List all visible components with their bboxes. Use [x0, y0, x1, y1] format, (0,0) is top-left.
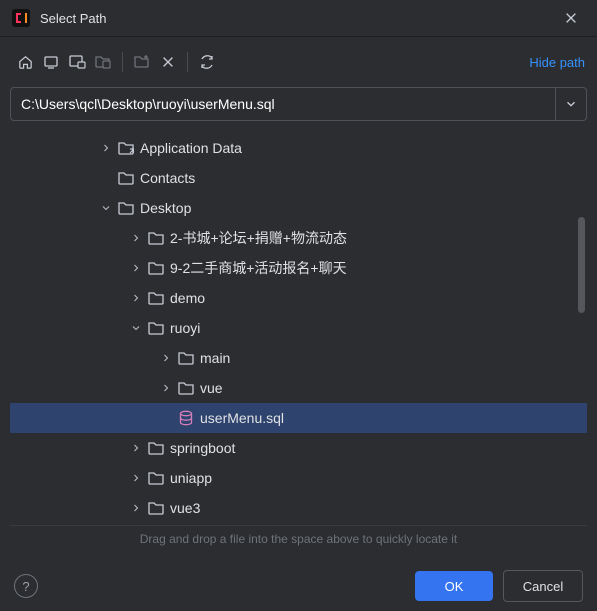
expand-arrow[interactable]	[130, 292, 146, 304]
drag-hint: Drag and drop a file into the space abov…	[0, 526, 597, 556]
expand-arrow[interactable]	[130, 442, 146, 454]
tree-row[interactable]: 2-书城+论坛+捐赠+物流动态	[10, 223, 587, 253]
tree-row[interactable]: 9-2二手商城+活动报名+聊天	[10, 253, 587, 283]
expand-arrow[interactable]	[130, 472, 146, 484]
tree-item-label: vue	[200, 380, 223, 396]
expand-arrow[interactable]	[100, 142, 116, 154]
module-icon	[94, 53, 112, 71]
tree-item-label: 9-2二手商城+活动报名+聊天	[170, 258, 347, 278]
folder-icon	[146, 320, 166, 336]
desktop-button[interactable]	[38, 49, 64, 75]
cancel-button[interactable]: Cancel	[503, 570, 583, 602]
tree-row[interactable]: demo	[10, 283, 587, 313]
folder-icon	[146, 500, 166, 516]
home-button[interactable]	[12, 49, 38, 75]
folder-link-icon	[116, 140, 136, 156]
tree-row[interactable]: userMenu.sql	[10, 403, 587, 433]
desktop-icon	[43, 54, 59, 70]
scrollbar[interactable]	[578, 217, 585, 313]
project-button[interactable]	[64, 49, 90, 75]
new-folder-icon	[133, 53, 151, 71]
tree-item-label: main	[200, 350, 230, 366]
ok-button[interactable]: OK	[415, 571, 493, 601]
chevron-down-icon	[564, 97, 578, 111]
tree-item-label: springboot	[170, 440, 235, 456]
tree-item-label: userMenu.sql	[200, 410, 284, 426]
expand-arrow[interactable]	[130, 232, 146, 244]
tree-row[interactable]: main	[10, 343, 587, 373]
tree-row[interactable]: uniapp	[10, 463, 587, 493]
tree-row[interactable]: vue3	[10, 493, 587, 523]
refresh-button[interactable]	[194, 49, 220, 75]
tree-item-label: vue3	[170, 500, 200, 516]
app-logo	[12, 9, 30, 27]
tree-row[interactable]: Desktop	[10, 193, 587, 223]
hide-path-link[interactable]: Hide path	[529, 55, 585, 70]
folder-icon	[116, 170, 136, 186]
project-icon	[68, 53, 86, 71]
path-input[interactable]	[10, 87, 556, 121]
expand-arrow[interactable]	[160, 382, 176, 394]
delete-button[interactable]	[155, 49, 181, 75]
help-icon: ?	[22, 579, 29, 594]
tree-row[interactable]: Contacts	[10, 163, 587, 193]
file-tree[interactable]: Application Data Contacts Desktop 2-书城+论坛+捐…	[10, 129, 587, 523]
home-icon	[17, 54, 34, 71]
tree-item-label: uniapp	[170, 470, 212, 486]
help-button[interactable]: ?	[14, 574, 38, 598]
folder-icon	[176, 380, 196, 396]
close-icon	[564, 11, 578, 25]
expand-arrow[interactable]	[130, 262, 146, 274]
tree-row[interactable]: Application Data	[10, 133, 587, 163]
folder-icon	[146, 470, 166, 486]
expand-arrow[interactable]	[130, 322, 146, 334]
expand-arrow[interactable]	[160, 352, 176, 364]
tree-item-label: ruoyi	[170, 320, 200, 336]
tree-row[interactable]: ruoyi	[10, 313, 587, 343]
folder-icon	[146, 440, 166, 456]
tree-item-label: Desktop	[140, 200, 191, 216]
folder-icon	[176, 350, 196, 366]
folder-icon	[146, 230, 166, 246]
tree-item-label: 2-书城+论坛+捐赠+物流动态	[170, 228, 347, 248]
expand-arrow[interactable]	[130, 502, 146, 514]
database-icon	[176, 410, 196, 426]
path-history-button[interactable]	[556, 87, 587, 121]
close-button[interactable]	[557, 4, 585, 32]
refresh-icon	[199, 54, 215, 70]
tree-row[interactable]: springboot	[10, 433, 587, 463]
tree-row[interactable]: vue	[10, 373, 587, 403]
new-folder-button[interactable]	[129, 49, 155, 75]
folder-icon	[146, 260, 166, 276]
tree-item-label: Contacts	[140, 170, 195, 186]
folder-icon	[146, 290, 166, 306]
folder-icon	[116, 200, 136, 216]
tree-item-label: demo	[170, 290, 205, 306]
module-button[interactable]	[90, 49, 116, 75]
window-title: Select Path	[40, 11, 557, 26]
expand-arrow[interactable]	[100, 202, 116, 214]
tree-item-label: Application Data	[140, 140, 242, 156]
toolbar: Hide path	[0, 37, 597, 81]
delete-icon	[161, 55, 175, 69]
